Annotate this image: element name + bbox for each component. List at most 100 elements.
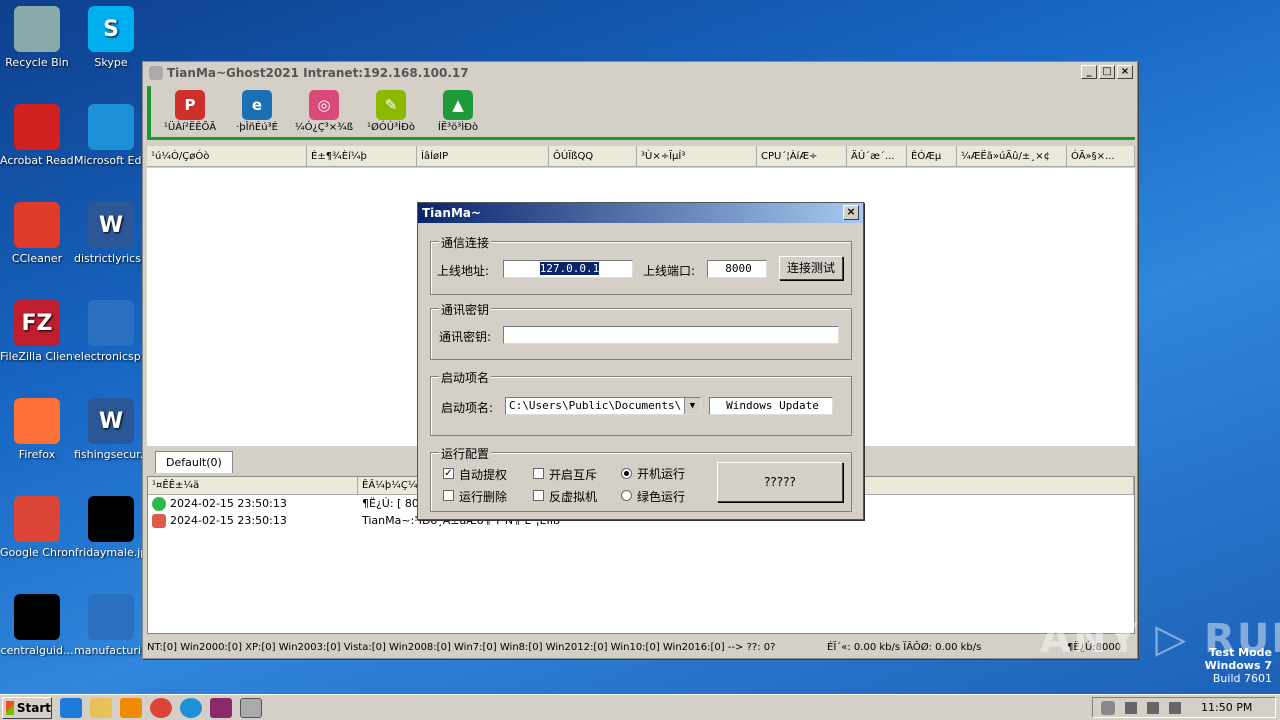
column-header[interactable]: ÓÃ»§×... (1067, 146, 1135, 167)
host-list-header: ¹ú¼Ò/ÇøÓò É±¶¾Èí¼þ ÍâÍøIP ÔÚÏßQQ ³Ù×÷ÏµÍ³ CPU… (147, 146, 1135, 167)
desktop-icon[interactable]: Microsoft Edge (74, 104, 148, 167)
group-connection-legend: 通信连接 (439, 234, 492, 251)
column-header[interactable]: ÍâÍøIP (417, 146, 549, 167)
tab-default[interactable]: Default(0) (155, 451, 233, 473)
desktop-icon-image (14, 496, 60, 542)
desktop-icon[interactable]: fridaymale.jp (74, 496, 148, 559)
desktop-icon[interactable]: manufacturi... (74, 594, 148, 657)
desktop-icon[interactable]: Wfishingsecur... (74, 398, 148, 461)
toolbar-button[interactable]: P ¹ÜÀí²ËÊÕÃ (155, 90, 225, 133)
window-titlebar[interactable]: TianMa~Ghost2021 Intranet:192.168.100.17 (143, 62, 1137, 84)
startup-name-input[interactable]: Windows Update (709, 397, 833, 415)
auto-elevate-checkbox[interactable]: ✓ (443, 468, 454, 479)
app-icon (149, 66, 163, 80)
port-input[interactable]: 8000 (707, 260, 767, 278)
generate-button[interactable]: ????? (717, 462, 843, 502)
desktop-icon-image (88, 300, 134, 346)
success-icon (152, 496, 166, 511)
port-label: 上线端口: (643, 264, 696, 278)
log-time: 2024-02-15 23:50:13 (170, 514, 287, 527)
toolbar-button[interactable]: ✎ ¹ØÓÚ³ÌÐò (356, 90, 426, 133)
desktop-icon-label: fridaymale.jp (74, 546, 148, 559)
dialog-close-button[interactable]: × (843, 205, 859, 220)
startup-path-select[interactable]: C:\Users\Public\Documents\ ▼ (505, 397, 701, 415)
desktop-icon-label: districtlyrics... (74, 252, 148, 265)
toolbar: P ¹ÜÀí²ËÊÕÃ e ·þÎñÉú³É ◎ ¼Ó¿Ç³×¾ß ✎ ¹ØÓÚ³ÌÐò ▲ ÍË… (147, 86, 1135, 140)
start-button[interactable]: Start (2, 696, 52, 719)
column-header[interactable]: ¹ú¼Ò/ÇøÓò (147, 146, 307, 167)
flag-icon[interactable] (1169, 701, 1181, 714)
key-input[interactable] (503, 326, 839, 344)
desktop-icon[interactable]: centralguid... (0, 594, 74, 657)
desktop-icon[interactable]: S Skype (74, 6, 148, 69)
winrar-icon[interactable] (210, 697, 232, 718)
network-icon[interactable] (1125, 701, 1137, 714)
desktop-icon[interactable]: Firefox (0, 398, 74, 461)
tianma-taskbar-icon[interactable] (240, 697, 262, 718)
desktop-icon-image: W (88, 398, 134, 444)
toolbar-button[interactable]: e ·þÎñÉú³É (222, 90, 292, 133)
edge-icon[interactable] (180, 697, 202, 718)
desktop-icon[interactable]: Wdistrictlyrics... (74, 202, 148, 265)
desktop-icon[interactable]: Recycle Bin (0, 6, 74, 69)
explorer-icon[interactable] (90, 697, 112, 718)
desktop-icon-label: FileZilla Client (0, 350, 74, 363)
anti-vm-checkbox[interactable] (533, 490, 544, 501)
column-header[interactable]: CPU´¦ÀíÆ÷ (757, 146, 847, 167)
desktop-icon[interactable]: FZ FileZilla Client (0, 300, 74, 363)
dialog-title: TianMa~ (422, 206, 482, 220)
addr-label: 上线地址: (437, 264, 490, 278)
desktop-icon-image (88, 104, 134, 150)
taskbar: Start 11:50 PM (0, 694, 1280, 720)
desktop-icon[interactable]: electronicsp... (74, 300, 148, 363)
desktop-icon[interactable]: Google Chrome (0, 496, 74, 559)
desktop-icon-image (14, 594, 60, 640)
desktop-icon-label: Skype (94, 56, 128, 69)
toolbar-icon: ✎ (376, 90, 406, 120)
ie-icon[interactable] (60, 697, 82, 718)
addr-input[interactable]: 127.0.0.1 (503, 260, 633, 278)
desktop-icon[interactable]: Acrobat Reader DC (0, 104, 74, 167)
delete-on-run-checkbox[interactable] (443, 490, 454, 501)
info-icon (152, 513, 166, 528)
media-player-icon[interactable] (120, 697, 142, 718)
minimize-button[interactable]: _ (1081, 65, 1097, 79)
toolbar-icon: e (242, 90, 272, 120)
chrome-icon[interactable] (150, 697, 172, 718)
maximize-button[interactable]: □ (1099, 65, 1115, 79)
system-tray: 11:50 PM (1092, 697, 1276, 718)
close-button[interactable]: × (1117, 65, 1133, 79)
os-stats: NT:[0] Win2000:[0] XP:[0] Win2003:[0] Vi… (147, 641, 776, 653)
toolbar-label: ¼Ó¿Ç³×¾ß (294, 122, 354, 133)
column-header[interactable]: ÔÚÏßQQ (549, 146, 637, 167)
column-header[interactable]: ¼ÆËã»úÃû/±¸×¢ (957, 146, 1067, 167)
desktop-icon-label: electronicsp... (74, 350, 148, 363)
toolbar-icon: ◎ (309, 90, 339, 120)
clock[interactable]: 11:50 PM (1201, 701, 1252, 714)
group-startup: 启动项名 启动项名: C:\Users\Public\Documents\ ▼ … (430, 369, 852, 436)
green-run-radio[interactable] (621, 490, 632, 501)
config-dialog: TianMa~ × 通信连接 上线地址: 127.0.0.1 上线端口: 800… (417, 202, 864, 520)
toolbar-button[interactable]: ◎ ¼Ó¿Ç³×¾ß (289, 90, 359, 133)
log-col-time[interactable]: ¹¤ÊÊ±¼ä (148, 477, 358, 494)
column-header[interactable]: ÄÚ´æ´... (847, 146, 907, 167)
desktop-icon-label: Recycle Bin (5, 56, 69, 69)
toolbar-icon: P (175, 90, 205, 120)
mutex-checkbox[interactable] (533, 468, 544, 479)
group-run-config-legend: 运行配置 (439, 445, 492, 462)
column-header[interactable]: ÊÓÆµ (907, 146, 957, 167)
toolbar-button[interactable]: ▲ ÍË³ö³ÌÐò (423, 90, 493, 133)
column-header[interactable]: É±¶¾Èí¼þ (307, 146, 417, 167)
group-run-config: 运行配置 ✓ 自动提权 开启互斥 开机运行 运行删除 反虚拟机 绿色运行 ???… (430, 445, 852, 512)
dialog-titlebar[interactable]: TianMa~ × (418, 203, 863, 223)
anti-vm-label: 反虚拟机 (549, 490, 598, 504)
chevron-down-icon[interactable]: ▼ (684, 398, 700, 414)
autorun-radio[interactable] (621, 468, 632, 479)
tianma-tray-icon[interactable] (1101, 700, 1115, 715)
test-connection-button[interactable]: 连接测试 (779, 256, 843, 280)
status-bar: NT:[0] Win2000:[0] XP:[0] Win2003:[0] Vi… (147, 637, 1135, 657)
desktop-icon-image (14, 6, 60, 52)
desktop-icon[interactable]: CCleaner (0, 202, 74, 265)
column-header[interactable]: ³Ù×÷ÏµÍ³ (637, 146, 757, 167)
volume-icon[interactable] (1147, 701, 1159, 714)
